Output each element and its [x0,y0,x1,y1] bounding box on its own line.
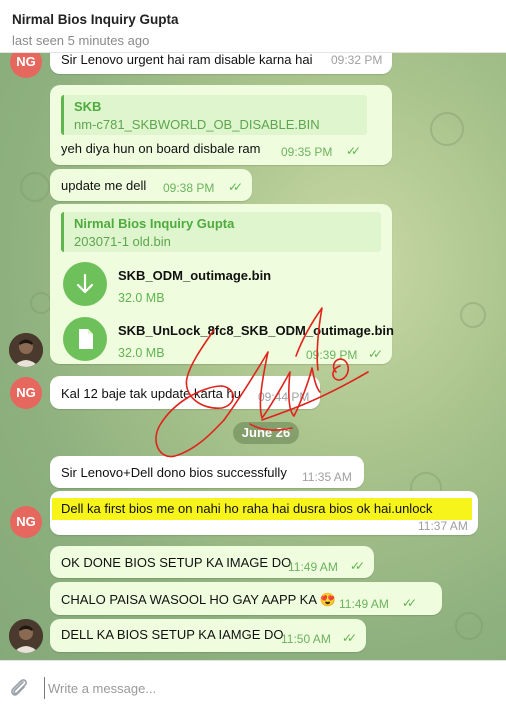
avatar[interactable]: NG [10,52,42,78]
reply-preview[interactable]: SKB nm-c781_SKBWORLD_OB_DISABLE.BIN [61,95,367,135]
message-list[interactable]: NG Sir Lenovo urgent hai ram disable kar… [0,52,506,660]
reply-text: 203071-1 old.bin [74,234,171,249]
avatar[interactable] [9,619,43,653]
message-text: update me dell [61,178,147,193]
avatar[interactable] [9,333,43,367]
chat-header[interactable]: Nirmal Bios Inquiry Gupta last seen 5 mi… [0,0,506,53]
message-time: 09:39 PM [306,348,358,362]
message-time: 09:32 PM [331,53,383,67]
heart-eyes-emoji-icon: 😍 [319,592,337,607]
reply-preview[interactable]: Nirmal Bios Inquiry Gupta 203071-1 old.b… [61,212,381,252]
message-time: 09:38 PM [163,181,215,195]
paperclip-icon[interactable] [8,675,30,699]
message-text: yeh diya hun on board disbale ram [61,141,261,156]
double-check-icon: ✓✓ [350,559,365,573]
message-time: 11:37 AM [418,519,468,533]
download-arrow-icon [76,273,94,294]
file-name[interactable]: SKB_ODM_outimage.bin [118,268,271,283]
user-photo-icon [9,619,43,653]
avatar[interactable]: NG [10,506,42,538]
message-bubble[interactable]: DELL KA BIOS SETUP KA IAMGE DO 11:50 AM … [50,619,366,652]
message-bubble[interactable]: Kal 12 baje tak update karta hu 09:44 PM [50,376,320,409]
file-name[interactable]: SKB_UnLock_8fc8_SKB_ODM_outimage.bin [118,323,394,338]
message-composer [0,660,506,712]
message-input[interactable] [44,677,490,699]
message-bubble[interactable]: OK DONE BIOS SETUP KA IMAGE DO 11:49 AM … [50,546,374,578]
message-time: 09:35 PM [281,145,333,159]
message-text: Kal 12 baje tak update karta hu [61,386,241,401]
message-text: Dell ka first bios me on nahi ho raha ha… [61,501,433,516]
open-file-button[interactable] [63,317,107,361]
background-doodle [460,302,486,328]
message-bubble[interactable]: update me dell 09:38 PM ✓✓ [50,169,252,201]
background-doodle [455,612,483,640]
avatar[interactable]: NG [10,377,42,409]
document-icon [79,329,93,349]
message-text: Sir Lenovo urgent hai ram disable karna … [61,52,313,67]
last-seen-status: last seen 5 minutes ago [12,33,150,48]
message-text-content: CHALO PAISA WASOOL HO GAY AAPP KA [61,592,317,607]
double-check-icon: ✓✓ [342,631,357,645]
download-button[interactable] [63,262,107,306]
message-text: CHALO PAISA WASOOL HO GAY AAPP KA 😍 [61,592,336,608]
background-doodle [430,112,464,146]
message-time: 11:49 AM [339,597,389,611]
message-bubble[interactable]: CHALO PAISA WASOOL HO GAY AAPP KA 😍 11:4… [50,582,442,615]
user-photo-icon [9,333,43,367]
chat-title[interactable]: Nirmal Bios Inquiry Gupta [12,12,179,27]
reply-author: SKB [74,99,102,114]
message-bubble[interactable]: Nirmal Bios Inquiry Gupta 203071-1 old.b… [50,204,394,364]
message-text: DELL KA BIOS SETUP KA IAMGE DO [61,627,284,642]
message-bubble[interactable]: Sir Lenovo+Dell dono bios successfully 1… [50,456,364,488]
message-bubble[interactable]: SKB nm-c781_SKBWORLD_OB_DISABLE.BIN yeh … [50,85,392,165]
background-doodle [30,292,52,314]
date-separator: June 26 [233,422,299,444]
message-bubble[interactable]: Sir Lenovo urgent hai ram disable karna … [50,52,392,74]
message-time: 09:44 PM [258,390,310,404]
double-check-icon: ✓✓ [368,347,383,361]
double-check-icon: ✓✓ [228,180,243,194]
message-text: Sir Lenovo+Dell dono bios successfully [61,465,287,480]
reply-text: nm-c781_SKBWORLD_OB_DISABLE.BIN [74,117,320,132]
reply-author: Nirmal Bios Inquiry Gupta [74,216,235,231]
message-time: 11:35 AM [302,470,352,484]
message-time: 11:49 AM [288,560,338,574]
double-check-icon: ✓✓ [402,596,417,610]
file-size: 32.0 MB [118,346,165,360]
background-doodle [20,172,50,202]
file-size: 32.0 MB [118,291,165,305]
message-text: OK DONE BIOS SETUP KA IMAGE DO [61,555,292,570]
message-bubble[interactable]: Dell ka first bios me on nahi ho raha ha… [50,491,478,535]
message-time: 11:50 AM [281,632,331,646]
double-check-icon: ✓✓ [346,144,361,158]
